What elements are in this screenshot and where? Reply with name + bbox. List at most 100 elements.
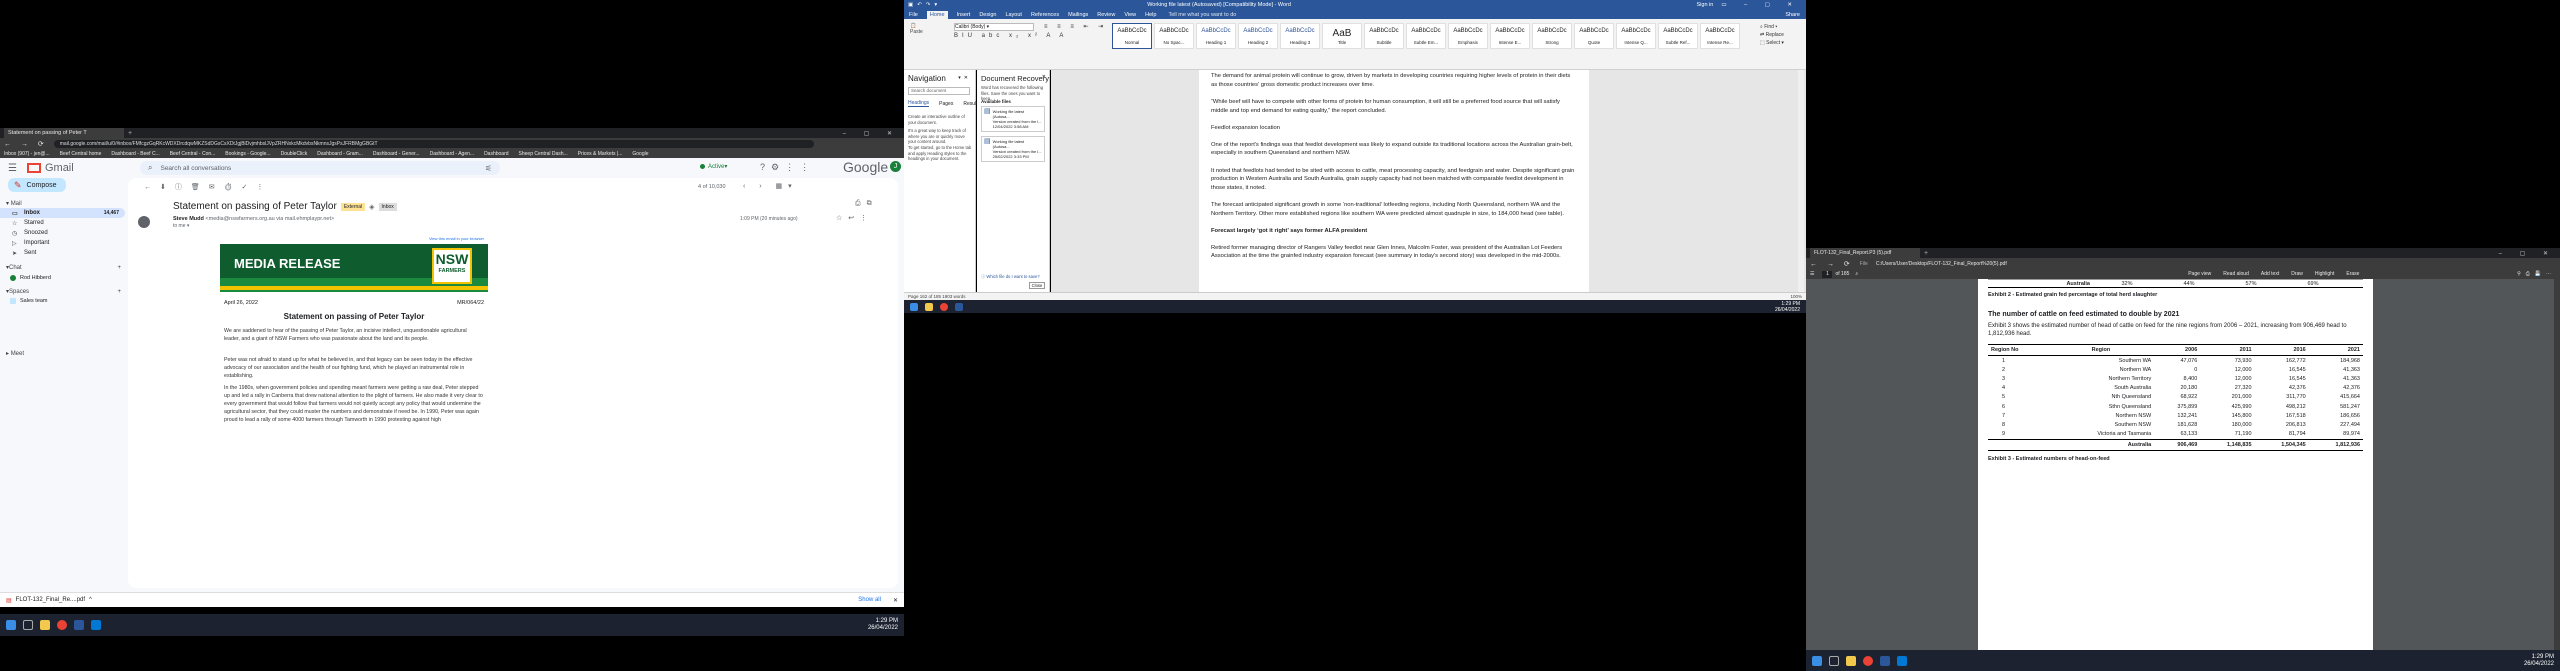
style-item[interactable]: AaBbCcDc Intense E... <box>1490 23 1530 49</box>
pdf-search-icon[interactable]: ⌕ <box>1855 271 1858 277</box>
style-item[interactable]: AaBbCcDc Heading 2 <box>1238 23 1278 49</box>
bookmark-item[interactable]: Beef Central - Con... <box>170 151 216 157</box>
nav-arrows-icon[interactable]: ← → ⟳ <box>4 140 48 148</box>
chat-contact[interactable]: Rod Hibberd <box>10 275 51 281</box>
font-box[interactable]: Calibri (Body) ▾ <box>954 23 1034 31</box>
ribbon-tab-review[interactable]: Review <box>1097 12 1115 18</box>
bookmark-item[interactable]: Sheep Central Dash... <box>519 151 568 157</box>
star-reply-more-icons[interactable]: ☆↩⋮ <box>836 214 873 222</box>
pdf-tool-add-text[interactable]: Add text <box>2261 271 2279 277</box>
add-chat-icon[interactable]: + <box>117 265 121 271</box>
recovery-file[interactable]: ▤ Working file latest (Autosa... Version c… <box>981 106 1045 132</box>
editing-group[interactable]: ⌕ Find ▾ ⇄ Replace ⬚ Select ▾ <box>1760 23 1784 47</box>
compose-button[interactable]: ✎ Compose <box>8 178 66 192</box>
style-item[interactable]: AaBbCcDc Emphasis <box>1448 23 1488 49</box>
page-number-input[interactable]: 1 <box>1822 270 1833 278</box>
bookmark-item[interactable]: Dashboard <box>484 151 508 157</box>
recovery-help-link[interactable]: ⓘ Which file do I want to save? <box>981 274 1040 280</box>
space-item[interactable]: Sales team <box>10 298 48 304</box>
bookmark-item[interactable]: Beef Central home <box>60 151 102 157</box>
nav-tab-pages[interactable]: Pages <box>939 101 953 107</box>
menu-icon[interactable]: ☰ <box>8 163 17 174</box>
ribbon-tab-view[interactable]: View <box>1124 12 1136 18</box>
ribbon-tab-home[interactable]: Home <box>926 10 948 19</box>
show-all-link[interactable]: Show all <box>858 597 881 603</box>
bookmark-item[interactable]: Dashboard - Gener... <box>373 151 420 157</box>
recovery-file[interactable]: ▤ Working file latest (Autosa... Version c… <box>981 136 1045 162</box>
nav-item-sent[interactable]: ➤ Sent <box>0 248 125 258</box>
style-item[interactable]: AaBbCcDc Strong <box>1532 23 1572 49</box>
view-in-browser-link[interactable]: View this email in your browser <box>429 236 484 241</box>
pdf-tool-page-view[interactable]: Page view <box>2188 271 2211 277</box>
close-download-bar-icon[interactable]: ✕ <box>893 597 898 604</box>
ribbon-tab-layout[interactable]: Layout <box>1005 12 1022 18</box>
ribbon-tab-help[interactable]: Help <box>1145 12 1156 18</box>
mail-section-header[interactable]: ▾ Mail <box>6 200 22 207</box>
bookmark-item[interactable]: DoubleClick <box>281 151 308 157</box>
word-icon[interactable] <box>1880 655 1890 666</box>
explorer-icon[interactable] <box>1846 655 1856 666</box>
style-item[interactable]: AaBbCcDc Intense Q... <box>1616 23 1656 49</box>
message-toolbar[interactable]: ←⬇ⓘ🗑✉⏱✓⋮ <box>144 182 272 192</box>
quick-access-icons[interactable]: ▣↶↷▾ <box>908 2 941 8</box>
explorer-icon[interactable] <box>925 302 933 311</box>
pdf-right-icons[interactable]: ⚲⎙💾⋯ <box>2517 271 2556 277</box>
add-space-icon[interactable]: + <box>117 289 121 295</box>
pager-arrows-icon[interactable]: ‹ › ▦▾ <box>743 182 798 190</box>
chrome-icon[interactable] <box>1863 655 1873 666</box>
nav-item-starred[interactable]: ☆ Starred <box>0 218 125 228</box>
font-format-icons[interactable]: BIU abc x₂ x² A A <box>954 33 1067 39</box>
recovery-close-icon[interactable]: ✕ <box>1042 74 1046 80</box>
bookmark-item[interactable]: Dashboard - Gram... <box>317 151 363 157</box>
nav-item-snoozed[interactable]: ◷ Snoozed <box>0 228 125 238</box>
nav-close-icon[interactable]: ▾✕ <box>958 75 971 81</box>
bookmark-item[interactable]: Bookings - Google... <box>225 151 270 157</box>
download-file[interactable]: FLOT-132_Final_Re....pdf <box>16 597 85 603</box>
style-item[interactable]: AaBbCcDc Heading 1 <box>1196 23 1236 49</box>
new-tab-icon[interactable]: + <box>128 130 132 137</box>
ribbon-tab-design[interactable]: Design <box>979 12 996 18</box>
style-item[interactable]: AaBbCcDc No Spac... <box>1154 23 1194 49</box>
bookmark-item[interactable]: Inbox (907) - jen@... <box>4 151 50 157</box>
style-item[interactable]: AaBbCcDc Intense Re... <box>1700 23 1740 49</box>
share-button[interactable]: Share <box>1785 12 1800 18</box>
search-taskbar-icon[interactable] <box>23 620 33 630</box>
ribbon-tab-references[interactable]: References <box>1031 12 1059 18</box>
chrome-icon[interactable] <box>57 620 67 630</box>
download-menu-icon[interactable]: ^ <box>89 597 92 603</box>
nav-arrows-icon[interactable]: ← → ⟳ <box>1810 260 1854 268</box>
to-line[interactable]: to me ▾ <box>173 223 189 229</box>
url-bar[interactable]: mail.google.com/mail/u/0/#inbox/FMfcgzGq… <box>53 139 814 148</box>
word-icon[interactable] <box>955 302 963 311</box>
bookmark-item[interactable]: Prices & Markets |... <box>578 151 623 157</box>
bookmark-item[interactable]: Dashboard - Agen... <box>430 151 474 157</box>
filter-icon[interactable]: ⚟ <box>485 164 492 173</box>
search-taskbar-icon[interactable] <box>1829 655 1839 666</box>
clipboard-group[interactable]: 📋 Paste <box>910 23 938 53</box>
style-item[interactable]: AaB Title <box>1322 23 1362 49</box>
pdf-tool-read-aloud[interactable]: Read aloud <box>2223 271 2249 277</box>
header-icons[interactable]: ?⚙⋮⋮ <box>760 162 815 173</box>
search-box[interactable]: ⌕ Search all conversations ⚟ <box>140 161 500 175</box>
style-item[interactable]: AaBbCcDc Normal <box>1112 23 1152 49</box>
zoom-level[interactable]: 100% <box>1790 294 1802 299</box>
ribbon-tab-file[interactable]: File <box>909 12 918 18</box>
bookmark-item[interactable]: Google <box>632 151 648 157</box>
style-item[interactable]: AaBbCcDc Subtitle <box>1364 23 1404 49</box>
word-icon[interactable] <box>74 620 84 630</box>
chat-section-header[interactable]: ▾ Chat + <box>6 264 121 272</box>
window-controls[interactable]: ▭ – ▢ ✕ <box>1721 2 1800 8</box>
pdf-url[interactable]: C:/Users/User/Desktop/FLOT-132_Final_Rep… <box>1876 261 2007 267</box>
tab-pdf[interactable]: FLOT-132_Final_Report.P3 (5).pdf <box>1810 248 1920 258</box>
pdf-scrollbar[interactable] <box>2554 279 2560 650</box>
label-icon[interactable]: ◈ <box>369 203 374 211</box>
window-controls[interactable]: – ▢ ✕ <box>843 130 904 137</box>
nav-item-inbox[interactable]: ▭ Inbox 14,467 <box>0 208 125 218</box>
nav-search[interactable]: Search document <box>908 87 970 95</box>
nav-item-important[interactable]: ▷ Important <box>0 238 125 248</box>
start-icon[interactable] <box>6 620 16 630</box>
bookmark-item[interactable]: Dashboard - Beef C... <box>111 151 159 157</box>
start-icon[interactable] <box>1812 655 1822 666</box>
style-item[interactable]: AaBbCcDc Quote <box>1574 23 1614 49</box>
document-body[interactable]: The demand for animal protein will conti… <box>1211 72 1577 261</box>
